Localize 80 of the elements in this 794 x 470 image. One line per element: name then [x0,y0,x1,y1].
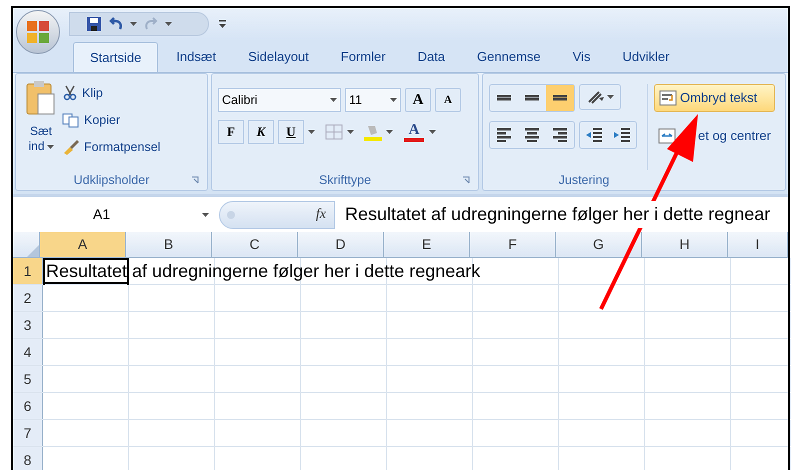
office-button[interactable] [16,10,60,54]
clipboard-command[interactable]: Klip [62,82,160,104]
caret-icon [347,130,354,134]
row-header[interactable]: 6 [13,393,43,419]
align-icon [553,128,567,142]
row-header[interactable]: 5 [13,366,43,392]
insert-function-button[interactable]: fx [316,204,326,225]
brush-icon [62,139,80,155]
ribbon-tab[interactable]: Indsæt [162,42,230,72]
align-icon [525,128,539,142]
group-label: Udklipsholder [74,172,150,189]
row-header[interactable]: 3 [13,312,43,338]
angled-text-icon [586,90,604,104]
group-label: Justering [558,172,610,189]
column-header[interactable]: H [642,232,728,257]
align-icon [525,95,539,101]
save-icon[interactable] [86,16,102,32]
name-box[interactable]: A1 [13,200,213,228]
caret-icon [46,144,54,148]
copy-icon [62,112,80,128]
column-header[interactable]: D [298,232,384,257]
ribbon-tab[interactable]: Udvikler [608,42,684,72]
paste-button[interactable]: Sæt ind [26,80,56,170]
dropdown-caret-icon [390,98,397,102]
office-logo-icon [26,20,50,44]
resize-handle-icon[interactable] [226,210,236,220]
caret-icon [606,95,614,99]
font-name-field[interactable]: Calibri [218,88,341,112]
ribbon-tab[interactable]: Formler [326,42,400,72]
merge-center-button[interactable]: et og centrer [654,124,775,148]
wrap-text-icon [659,90,677,106]
customize-toolbar-icon[interactable] [219,20,226,28]
column-header[interactable]: G [556,232,642,257]
row-header[interactable]: 1 [13,258,43,284]
ribbon-tab[interactable]: Sidelayout [234,42,323,72]
ribbon-tab[interactable]: Data [404,42,460,72]
caret-icon [386,130,393,134]
column-header[interactable]: E [384,232,470,257]
group-label: Skrifttype [318,172,372,189]
ribbon-tab[interactable]: Gennemse [463,42,555,72]
caret-icon [429,130,436,134]
bold-button[interactable]: F [218,120,244,144]
dropdown-caret-icon [330,98,337,102]
dialog-launcher-icon[interactable] [462,176,470,184]
grow-font-button[interactable]: A [405,88,431,112]
caret-icon [130,22,137,26]
row-header[interactable]: 8 [13,447,43,470]
fill-color-icon[interactable] [364,123,382,141]
decrease-indent-icon[interactable] [585,127,603,143]
cell-text: Resultatet af udregningerne følger her i dette regneark [46,262,480,281]
caret-icon [165,22,172,26]
caret-icon [308,130,315,134]
wrap-text-button[interactable]: Ombryd tekst [654,84,775,112]
merge-cells-icon [658,128,676,144]
row-header[interactable]: 7 [13,420,43,446]
ribbon-tab[interactable]: Vis [558,42,604,72]
clipboard-command[interactable]: Formatpensel [62,136,160,158]
dropdown-caret-icon [202,212,209,216]
vertical-align-button[interactable] [546,85,574,111]
underline-button[interactable]: U [278,120,304,144]
ribbon-tab[interactable]: Startside [73,42,158,72]
font-size-field[interactable]: 11 [345,88,401,112]
shrink-font-button[interactable]: A [435,88,461,112]
row-header[interactable]: 2 [13,285,43,311]
align-icon [497,128,511,142]
italic-button[interactable]: K [248,120,274,144]
row-header[interactable]: 4 [13,339,43,365]
align-icon [553,95,567,101]
column-header[interactable]: C [212,232,298,257]
align-icon [497,95,511,101]
column-header[interactable]: I [728,232,788,257]
column-header[interactable]: B [126,232,212,257]
clipboard-command[interactable]: Kopier [62,109,160,131]
increase-indent-icon[interactable] [613,127,631,143]
column-header[interactable]: F [470,232,556,257]
scissors-icon [62,85,78,101]
undo-icon[interactable] [108,17,124,31]
orientation-button[interactable] [579,84,621,110]
dialog-launcher-icon[interactable] [191,176,199,184]
column-header[interactable]: A [40,232,126,257]
